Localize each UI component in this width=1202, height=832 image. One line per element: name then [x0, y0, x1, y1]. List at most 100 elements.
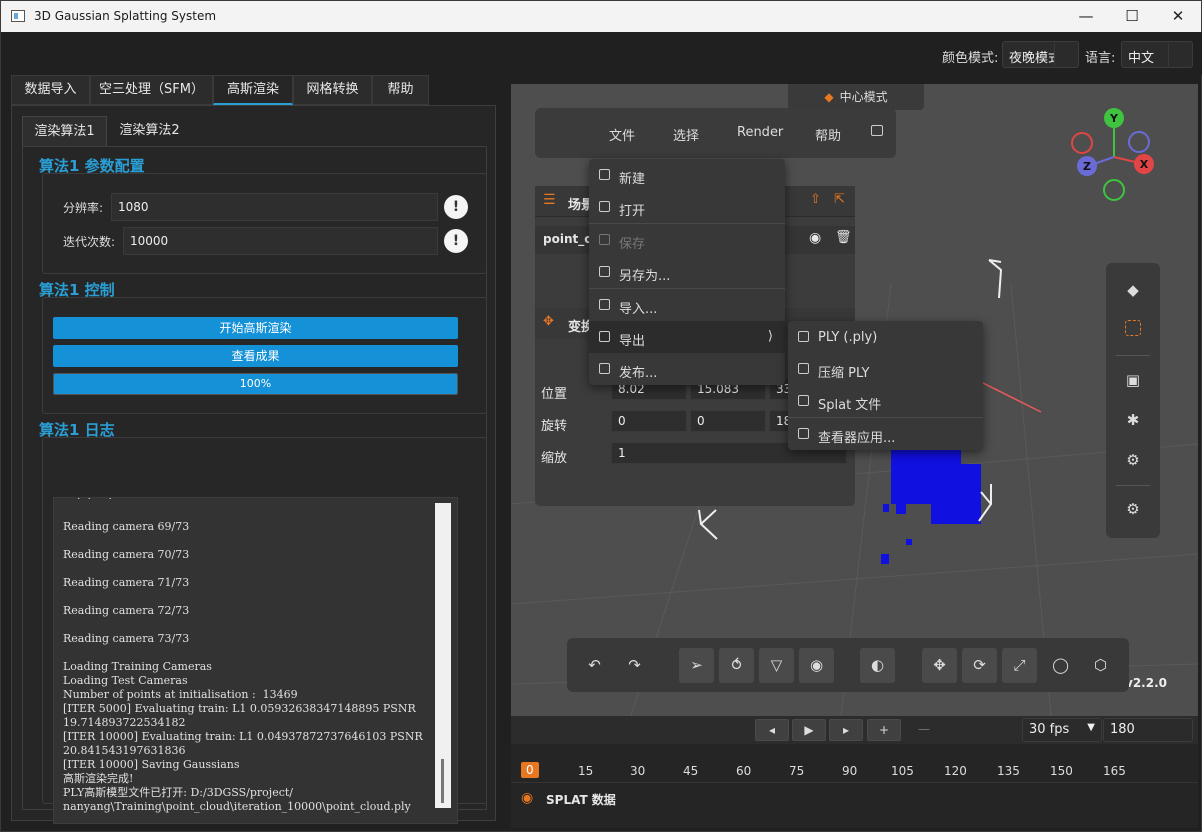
- prev-frame-button[interactable]: ◂: [755, 719, 789, 741]
- menu-item-save-as[interactable]: 另存为...: [589, 256, 785, 288]
- resolution-info-icon[interactable]: !: [444, 195, 468, 219]
- view-results-button[interactable]: 查看成果: [53, 345, 458, 367]
- menu-item-label: 导出: [619, 334, 646, 349]
- position-label: 位置: [541, 387, 568, 402]
- menu-item-import[interactable]: 导入...: [589, 289, 785, 321]
- timeline-tick: 150: [1050, 764, 1073, 778]
- remove-keyframe-button[interactable]: —: [907, 719, 941, 741]
- center-mode-indicator[interactable]: ◆ 中心模式: [788, 84, 924, 110]
- undo-icon[interactable]: ↶: [577, 648, 612, 683]
- fps-value: 30 fps: [1029, 722, 1070, 737]
- timeline-current-frame[interactable]: 0: [521, 762, 539, 778]
- gizmo-x-label: X: [1140, 158, 1149, 171]
- menu-render[interactable]: Render: [737, 125, 783, 140]
- top-settings-bar: 颜色模式: 夜晚模式 语言: 中文: [2, 32, 1202, 75]
- rotation-y-input[interactable]: 0: [690, 410, 766, 432]
- export-icon[interactable]: ⇱: [834, 192, 845, 207]
- focus-icon[interactable]: [1125, 320, 1141, 336]
- menu-item-label: 压缩 PLY: [818, 366, 870, 381]
- panel-toggle-icon[interactable]: [871, 125, 883, 136]
- sphere-select-icon[interactable]: ◉: [799, 648, 834, 683]
- minimize-icon[interactable]: —: [1063, 1, 1109, 32]
- start-render-button[interactable]: 开始高斯渲染: [53, 317, 458, 339]
- log-scrollbar[interactable]: [435, 503, 451, 808]
- gaussian-render-panel: 渲染算法1 渲染算法2 算法1 参数配置 分辨率: 1080 ! 迭代次数: 1…: [11, 105, 496, 824]
- play-circle-icon[interactable]: ◉: [521, 790, 533, 806]
- title-bar: 3D Gaussian Splatting System — ☐ ✕: [1, 1, 1201, 32]
- sliders-icon[interactable]: ⚙: [1123, 450, 1143, 470]
- mask-icon[interactable]: ◐: [860, 648, 895, 683]
- timeline-tick: 60: [736, 764, 752, 778]
- bottom-toolbar: ↶ ↷ ➢ ⥀ ▽ ◉ ◐ ✥ ⟳ ⤢ ◯ ⬡: [567, 638, 1129, 692]
- rotation-x-input[interactable]: 0: [611, 410, 687, 432]
- menu-item-publish[interactable]: 发布...: [589, 353, 785, 385]
- list-icon: ☰: [543, 192, 556, 208]
- menu-item-label: 保存: [619, 237, 646, 252]
- menu-select[interactable]: 选择: [673, 125, 699, 144]
- globe-icon[interactable]: ◯: [1043, 648, 1078, 683]
- tab-help[interactable]: 帮助: [372, 75, 429, 105]
- color-mode-select[interactable]: 夜晚模式: [1002, 41, 1079, 68]
- export-viewer-app[interactable]: 查看器应用...: [788, 418, 983, 450]
- polygon-select-icon[interactable]: ▽: [759, 648, 794, 683]
- menu-item-new[interactable]: 新建: [589, 159, 785, 191]
- menu-file[interactable]: 文件: [609, 125, 635, 144]
- export-compressed-ply[interactable]: 压缩 PLY: [788, 353, 983, 385]
- menu-item-export[interactable]: 导出 ⟩: [589, 321, 785, 353]
- scrollbar-thumb[interactable]: [441, 759, 444, 803]
- diamond-icon[interactable]: ◆: [1123, 280, 1143, 300]
- next-frame-button[interactable]: ▸: [829, 719, 863, 741]
- gear-icon[interactable]: ⚙: [1123, 499, 1143, 519]
- add-keyframe-button[interactable]: +: [867, 719, 901, 741]
- splat-track-label: SPLAT 数据: [546, 793, 616, 807]
- version-label: v2.2.0: [1125, 676, 1167, 690]
- language-select[interactable]: 中文: [1121, 41, 1193, 68]
- menu-item-open[interactable]: 打开: [589, 191, 785, 223]
- frames-input[interactable]: 180: [1103, 718, 1193, 742]
- tab-render-algo-2[interactable]: 渲染算法2: [107, 116, 192, 148]
- import-icon[interactable]: ⇧: [810, 192, 821, 207]
- menu-help[interactable]: 帮助: [815, 125, 841, 144]
- rotate-icon[interactable]: ⟳: [962, 648, 997, 683]
- iterations-info-icon[interactable]: !: [444, 229, 468, 253]
- log-output[interactable]: · · · Reading camera 69/73 Reading camer…: [53, 497, 458, 824]
- tab-data-import[interactable]: 数据导入: [11, 75, 90, 105]
- redo-icon[interactable]: ↷: [617, 648, 652, 683]
- frame-selection-icon[interactable]: ▣: [1123, 370, 1143, 390]
- fps-select[interactable]: 30 fps ▼: [1022, 718, 1102, 742]
- lasso-select-icon[interactable]: ⥀: [719, 648, 754, 683]
- eye-icon[interactable]: ◉: [809, 230, 821, 246]
- close-icon[interactable]: ✕: [1155, 1, 1201, 32]
- app-window: 3D Gaussian Splatting System — ☐ ✕ 颜色模式:…: [0, 0, 1202, 832]
- tab-mesh-convert[interactable]: 网格转换: [293, 75, 372, 105]
- pick-select-icon[interactable]: ➢: [679, 648, 714, 683]
- window-title: 3D Gaussian Splatting System: [34, 9, 217, 23]
- export-ply[interactable]: PLY (.ply): [788, 321, 983, 353]
- iterations-input[interactable]: 10000: [123, 227, 438, 255]
- menu-item-save: 保存: [589, 224, 785, 256]
- tab-sfm[interactable]: 空三处理（SFM）: [90, 75, 213, 105]
- timeline-tick: 120: [944, 764, 967, 778]
- frames-value: 180: [1110, 722, 1135, 737]
- timeline-tick: 30: [630, 764, 646, 778]
- local-space-icon[interactable]: ⬡: [1083, 648, 1118, 683]
- timeline-tick: 45: [683, 764, 699, 778]
- axis-gizmo[interactable]: Y X Z: [1071, 108, 1154, 201]
- trash-icon[interactable]: 🗑: [835, 230, 852, 245]
- play-button[interactable]: ▶: [792, 719, 826, 741]
- tab-render-algo-1[interactable]: 渲染算法1: [22, 116, 107, 148]
- viewer-menubar: 文件 选择 Render 帮助: [535, 108, 896, 158]
- resolution-input[interactable]: 1080: [111, 193, 438, 221]
- tab-gaussian-render[interactable]: 高斯渲染: [213, 75, 293, 105]
- timeline-tick: 75: [789, 764, 805, 778]
- timeline-tick: 15: [578, 764, 594, 778]
- rotation-label: 旋转: [541, 419, 568, 434]
- axes-icon[interactable]: ✱: [1123, 410, 1143, 430]
- move-icon[interactable]: ✥: [922, 648, 957, 683]
- maximize-icon[interactable]: ☐: [1109, 1, 1155, 32]
- scale-icon[interactable]: ⤢: [1002, 648, 1037, 683]
- menu-item-label: Splat 文件: [818, 398, 882, 413]
- export-splat[interactable]: Splat 文件: [788, 385, 983, 417]
- save-icon: [599, 234, 610, 245]
- menu-item-label: 新建: [619, 172, 646, 187]
